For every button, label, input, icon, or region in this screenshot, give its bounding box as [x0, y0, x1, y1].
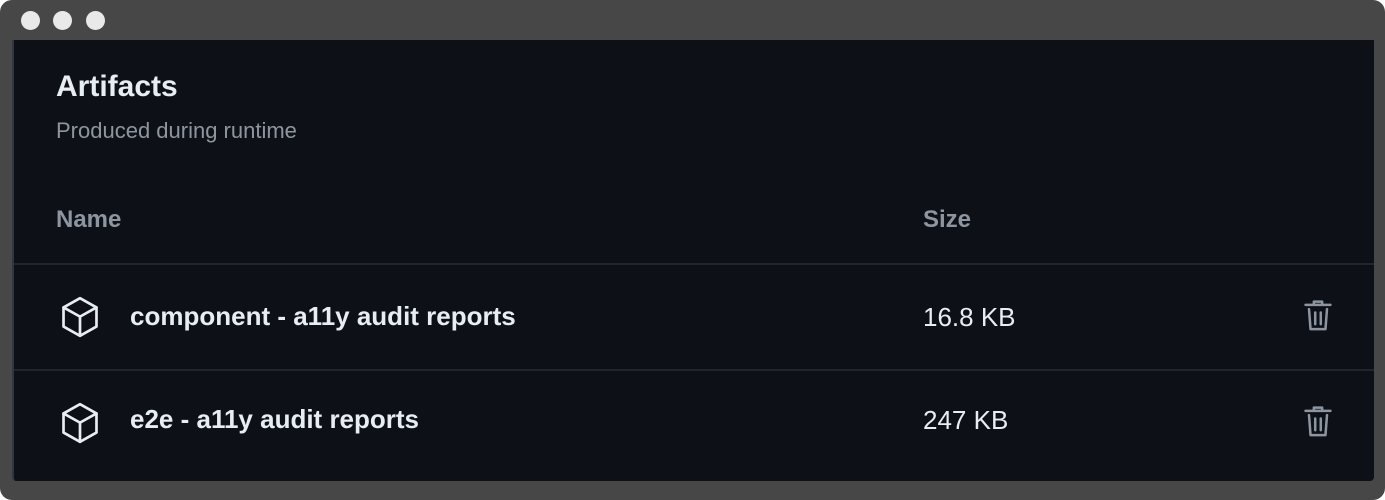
artifact-name-link[interactable]: e2e - a11y audit reports [130, 404, 419, 435]
app-window: Artifacts Produced during runtime Name S… [0, 0, 1385, 500]
section-title: Artifacts [56, 70, 178, 103]
window-close-control[interactable] [21, 11, 40, 30]
artifacts-panel: Artifacts Produced during runtime Name S… [12, 40, 1374, 481]
package-icon [57, 294, 103, 340]
window-titlebar [0, 0, 1385, 40]
trash-icon[interactable] [1301, 404, 1335, 440]
artifact-row: e2e - a11y audit reports 247 KB [14, 371, 1374, 475]
artifact-row: component - a11y audit reports 16.8 KB [14, 265, 1374, 369]
artifact-name-link[interactable]: component - a11y audit reports [130, 301, 516, 332]
trash-icon[interactable] [1301, 298, 1335, 334]
artifact-size: 247 KB [923, 405, 1009, 435]
window-zoom-control[interactable] [86, 11, 105, 30]
window-minimize-control[interactable] [53, 11, 72, 30]
package-icon [57, 400, 103, 446]
section-subtitle: Produced during runtime [56, 118, 297, 143]
column-header-size: Size [923, 206, 972, 233]
column-header-name: Name [56, 206, 122, 233]
artifact-size: 16.8 KB [923, 302, 1016, 332]
